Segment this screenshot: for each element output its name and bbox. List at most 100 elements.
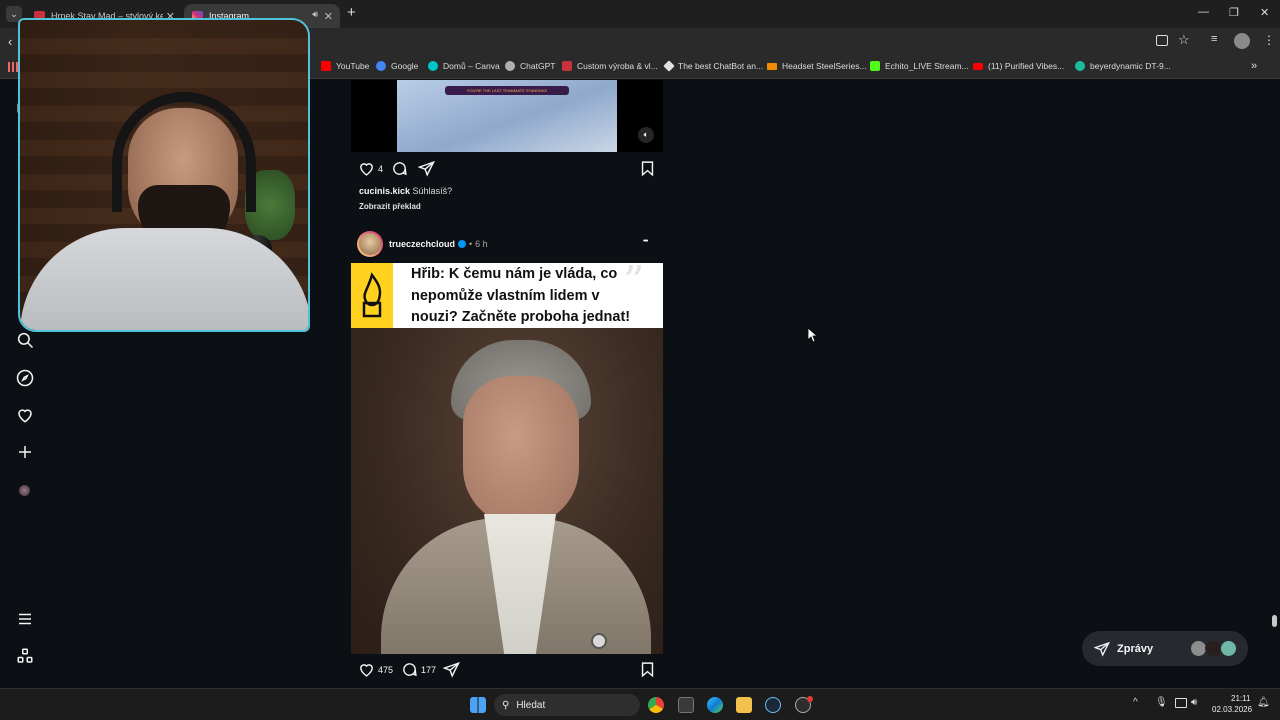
- verified-badge-icon: [458, 240, 467, 248]
- post1-username[interactable]: cucinis.kick: [359, 186, 410, 196]
- new-tab-button[interactable]: +: [347, 4, 356, 21]
- bookmark-google[interactable]: Google: [376, 61, 418, 71]
- steam-icon[interactable]: [765, 697, 781, 713]
- messages-button[interactable]: Zprávy: [1082, 631, 1248, 666]
- network-icon[interactable]: [1175, 698, 1187, 708]
- post2-like-count: 475: [378, 665, 394, 675]
- profile-avatar[interactable]: [19, 485, 30, 496]
- post1-video[interactable]: YOU'RE THE LAST TEAMMATE STANDING! 🔈︎: [351, 80, 663, 152]
- mouse-cursor-icon: [808, 328, 817, 342]
- like-heart-icon[interactable]: [358, 160, 375, 177]
- bookmark-beyerdynamic[interactable]: beyerdynamic DT-9...: [1075, 61, 1171, 71]
- more-menu-icon[interactable]: [16, 610, 34, 628]
- speaker-icon[interactable]: 🔊︎: [312, 9, 318, 20]
- save-bookmark-icon[interactable]: [639, 661, 656, 678]
- explore-icon[interactable]: [16, 369, 34, 387]
- comment-icon[interactable]: [391, 160, 408, 177]
- post2-time: 6 h: [475, 239, 488, 249]
- profile-avatar[interactable]: [1234, 33, 1250, 49]
- taskbar-time[interactable]: 21:11: [1231, 694, 1250, 703]
- more-bookmarks-icon[interactable]: »: [1251, 60, 1257, 72]
- video-banner: YOU'RE THE LAST TEAMMATE STANDING!: [445, 86, 569, 95]
- install-app-icon[interactable]: [1156, 35, 1168, 46]
- store-icon: [562, 61, 572, 71]
- windows-start-icon[interactable]: [470, 697, 486, 713]
- chrome-icon[interactable]: [648, 697, 664, 713]
- scrollbar-thumb[interactable]: [1272, 615, 1277, 627]
- chatbot-icon: [663, 60, 675, 72]
- video-frame: YOU'RE THE LAST TEAMMATE STANDING!: [397, 80, 617, 152]
- close-window-button[interactable]: ✕: [1260, 6, 1269, 19]
- google-icon: [376, 61, 386, 71]
- flag-icon: [767, 62, 777, 70]
- bookmark-purified-vibes[interactable]: (11) Purified Vibes...: [973, 61, 1064, 71]
- page-scrollbar[interactable]: [1268, 80, 1280, 688]
- headline-banner: Hřib: K čemu nám je vláda, co nepomůže v…: [351, 263, 663, 328]
- notification-badge: [807, 696, 813, 702]
- browser-menu-icon[interactable]: ⋮: [1263, 33, 1275, 47]
- store-icon[interactable]: [678, 697, 694, 713]
- comment-icon[interactable]: [401, 661, 418, 678]
- separator-dot: •: [469, 239, 473, 249]
- avatar: [1220, 640, 1237, 657]
- microphone-icon[interactable]: 🎙︎: [1155, 697, 1168, 708]
- minimize-button[interactable]: —: [1198, 6, 1209, 18]
- headline-text: Hřib: K čemu nám je vláda, co nepomůže v…: [411, 266, 631, 325]
- edge-icon[interactable]: [707, 697, 723, 713]
- create-plus-icon[interactable]: [16, 443, 34, 461]
- taskbar-date[interactable]: 02.03.2026: [1212, 705, 1252, 714]
- audio-toggle-icon[interactable]: 🔈︎: [638, 127, 654, 143]
- bookmark-star-icon[interactable]: ☆: [1178, 32, 1190, 48]
- bookmark-canva[interactable]: Domů – Canva: [428, 61, 500, 71]
- messages-label: Zprávy: [1117, 642, 1154, 655]
- share-icon[interactable]: [418, 160, 435, 177]
- quote-mark-icon: ”: [623, 263, 645, 306]
- portrait-photo: [351, 328, 663, 654]
- canva-icon: [428, 61, 438, 71]
- bookmark-chatbot[interactable]: The best ChatBot an...: [663, 60, 763, 72]
- post2-username[interactable]: trueczechcloud: [389, 239, 455, 249]
- search-icon[interactable]: [16, 331, 34, 349]
- bookmark-kick[interactable]: Echito_LIVE Stream...: [870, 61, 969, 71]
- portrait-face: [463, 376, 579, 526]
- notifications-heart-icon[interactable]: [16, 406, 34, 424]
- share-icon[interactable]: [443, 661, 460, 678]
- file-explorer-icon[interactable]: [736, 697, 752, 713]
- beyerdynamic-icon: [1075, 61, 1085, 71]
- chatgpt-icon: [505, 61, 515, 71]
- messenger-icon: [1094, 641, 1110, 657]
- kick-icon: [870, 61, 880, 71]
- taskbar-search-box[interactable]: ⚲ Hledat: [494, 694, 640, 716]
- notification-bell-icon[interactable]: 🔔︎: [1257, 697, 1270, 708]
- message-avatars: [1190, 640, 1240, 657]
- post-options-icon[interactable]: •••: [643, 238, 648, 245]
- like-heart-icon[interactable]: [358, 661, 375, 678]
- bookmark-headset[interactable]: Headset SteelSeries...: [767, 61, 867, 71]
- post1-caption: cucinis.kick Súhlasíš?: [359, 186, 452, 196]
- taskbar-search-label: Hledat: [516, 699, 546, 711]
- youtube-icon: [973, 62, 983, 70]
- avatar-image: [359, 233, 381, 255]
- post2-avatar[interactable]: [357, 231, 383, 257]
- bookmark-chatgpt[interactable]: ChatGPT: [505, 61, 555, 71]
- show-hidden-icons[interactable]: ^: [1133, 697, 1138, 708]
- back-icon[interactable]: ‹: [8, 34, 12, 49]
- bookmark-youtube[interactable]: YouTube: [321, 61, 369, 71]
- post2-header: trueczechcloud • 6 h: [389, 239, 488, 249]
- translate-link[interactable]: Zobrazit překlad: [359, 202, 421, 211]
- post2-comment-count: 177: [421, 665, 437, 675]
- close-tab-icon[interactable]: ✕: [324, 10, 333, 23]
- post2-image[interactable]: Hřib: K čemu nám je vláda, co nepomůže v…: [351, 263, 663, 654]
- youtube-icon: [321, 61, 331, 71]
- windows-taskbar: ⚲ Hledat ^ 🎙︎ 🔊︎ 21:11 02.03.2026 🔔︎: [0, 688, 1280, 720]
- media-control-icon[interactable]: ≡: [1211, 33, 1217, 45]
- maximize-button[interactable]: ❐: [1229, 6, 1239, 19]
- apps-grid-icon[interactable]: [8, 62, 18, 72]
- lapel-pin-icon: [591, 633, 607, 649]
- post1-caption-text: Súhlasíš?: [412, 186, 453, 196]
- save-bookmark-icon[interactable]: [639, 160, 656, 177]
- also-from-meta-icon[interactable]: [16, 647, 34, 665]
- bookmark-custom-vyroba[interactable]: Custom výroba & vl...: [562, 61, 658, 71]
- flame-logo-icon: [351, 263, 393, 328]
- volume-icon[interactable]: 🔊︎: [1191, 697, 1197, 708]
